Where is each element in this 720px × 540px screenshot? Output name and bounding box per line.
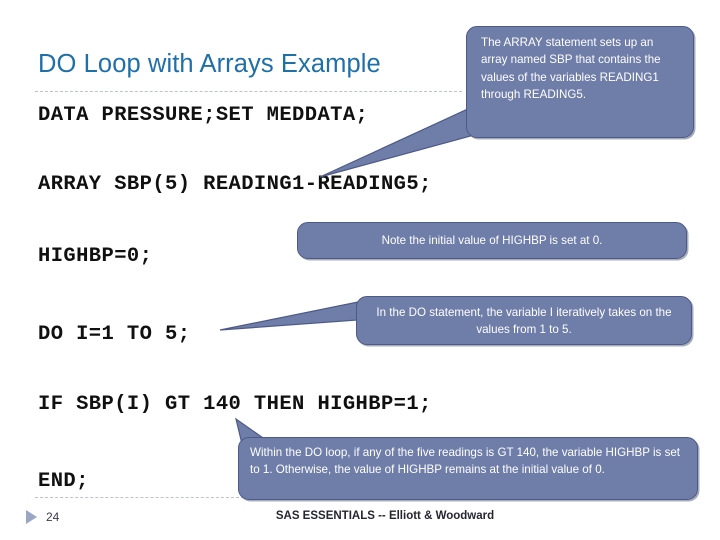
callout-highbp-initial: Note the initial value of HIGHBP is set … [297,222,687,259]
code-line-end-statement: END; [38,470,89,493]
callout-do-text: In the DO statement, the variable I iter… [376,306,672,337]
callout-array-statement: The ARRAY statement sets up an array nam… [466,26,694,138]
code-line-do-statement: DO I=1 TO 5; [38,323,191,346]
callout-tail-do [219,301,359,331]
code-line-data-statement: DATA PRESSURE;SET MEDDATA; [38,104,369,127]
divider-top [35,91,462,92]
callout-do-statement: In the DO statement, the variable I iter… [356,296,692,345]
code-line-highbp-init: HIGHBP=0; [38,245,153,268]
page-title: DO Loop with Arrays Example [38,50,381,78]
callout-highbp-text: Note the initial value of HIGHBP is set … [381,234,603,247]
callout-if-statement: Within the DO loop, if any of the five r… [238,437,698,500]
code-line-array-statement: ARRAY SBP(5) READING1-READING5; [38,173,432,196]
slide-canvas: DO Loop with Arrays Example DATA PRESSUR… [0,0,720,540]
code-line-if-statement: IF SBP(I) GT 140 THEN HIGHBP=1; [38,393,432,416]
play-triangle-icon [26,510,37,524]
callout-array-text: The ARRAY statement sets up an array nam… [481,36,661,102]
page-number: 24 [46,510,60,524]
callout-if-text: Within the DO loop, if any of the five r… [250,446,681,477]
footer-attribution: SAS ESSENTIALS -- Elliott & Woodward [275,510,495,522]
